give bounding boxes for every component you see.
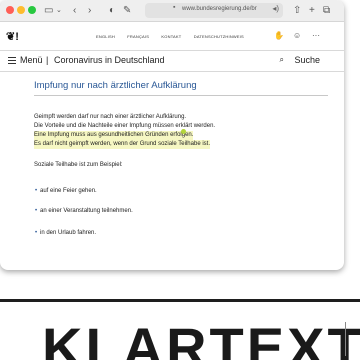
url-text: www.bundesregierung.de/br [182,6,257,12]
browser-toolbar: ▭ ⌄ ‹ › ◐ ✎ ▪ www.bundesregierung.de/br … [0,0,344,22]
list-item: in den Urlaub fahren. [35,230,96,236]
search-button[interactable]: Suche [294,55,320,65]
hamburger-icon[interactable] [8,57,16,64]
pencil-icon[interactable]: ✎ [123,3,131,19]
paragraph-line: Geimpft werden darf nur nach einer ärztl… [34,114,187,120]
chevron-right-icon[interactable]: › [88,3,91,19]
speaker-icon[interactable]: ◂) [272,4,279,13]
menu-button[interactable]: Menü [20,55,43,65]
paragraph-line: Die Vorteile und die Nachteile einer Imp… [34,123,216,129]
site-header: ❦! ENGLISH FRANÇAIS KONTAKT DATENSCHUTZH… [0,22,344,50]
shield-icon[interactable]: ◐ [109,3,115,19]
breadcrumb-separator: | [46,55,49,65]
example-intro: Soziale Teilhabe ist zum Beispiel: [34,162,123,168]
list-item: an einer Veranstaltung teilnehmen. [35,208,133,214]
klartext-banner: KLARTEXT [42,316,360,360]
highlighted-line: Es darf nicht geimpft werden, wenn der G… [34,140,210,149]
breadcrumb[interactable]: Coronavirus in Deutschland [54,55,165,65]
zoom-window-button[interactable] [28,6,36,14]
lock-icon: ▪ [173,4,176,11]
share-icon[interactable]: ⇧ [293,3,301,19]
side-mark [345,322,347,356]
close-window-button[interactable] [6,6,14,14]
nav-link-francais[interactable]: FRANÇAIS [127,34,149,39]
highlighted-line: Eine Impfung muss aus gesundheitlichen G… [34,131,194,140]
nav-link-datenschutz[interactable]: DATENSCHUTZHINWEIS [194,34,244,39]
heading-divider [34,95,328,96]
easy-language-icon[interactable]: ☺ [293,31,301,40]
chevron-down-icon[interactable]: ⌄ [56,3,62,19]
search-icon[interactable]: ⌕ [280,55,284,65]
sidebar-icon[interactable]: ▭ [44,3,53,19]
divider-line [0,299,360,302]
list-item: auf eine Feier gehen. [35,188,97,194]
nav-link-kontakt[interactable]: KONTAKT [161,34,181,39]
federal-eagle-logo[interactable]: ❦! [6,30,19,43]
address-bar[interactable]: ▪ www.bundesregierung.de/br ◂) [145,3,283,18]
cursor-indicator [181,129,186,134]
more-icon[interactable]: ··· [312,31,320,40]
browser-window: ▭ ⌄ ‹ › ◐ ✎ ▪ www.bundesregierung.de/br … [0,0,344,270]
chevron-left-icon[interactable]: ‹ [73,3,76,19]
sign-language-icon[interactable]: ✋ [274,31,284,40]
tabs-overview-icon[interactable]: ⧉ [323,3,330,19]
article-heading: Impfung nur nach ärztlicher Aufklärung [34,80,197,91]
minimize-window-button[interactable] [17,6,25,14]
language-nav: ENGLISH FRANÇAIS KONTAKT DATENSCHUTZHINW… [96,34,255,39]
new-tab-icon[interactable]: + [309,3,315,19]
nav-link-english[interactable]: ENGLISH [96,34,115,39]
menu-bar: Menü | Coronavirus in Deutschland ⌕ Such… [0,50,344,72]
